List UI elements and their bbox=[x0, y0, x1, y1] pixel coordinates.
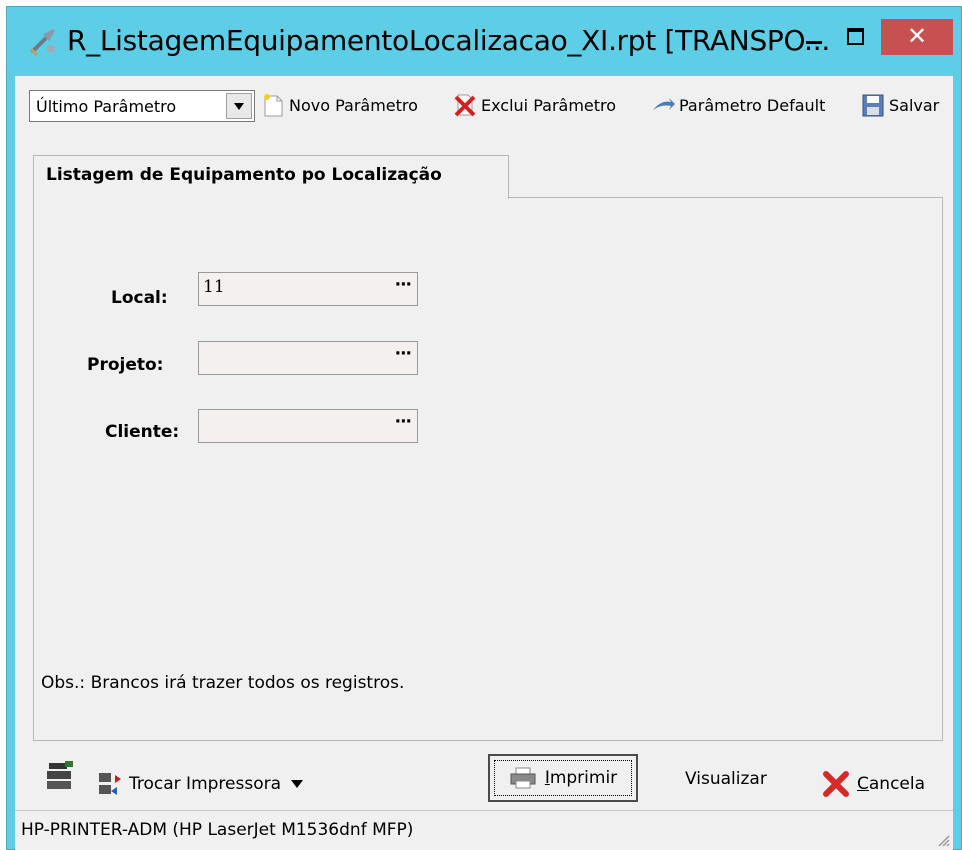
delete-x-icon bbox=[454, 94, 476, 117]
tab-listagem[interactable]: Listagem de Equipamento po Localização bbox=[33, 155, 509, 199]
red-x-icon bbox=[823, 771, 849, 797]
new-parameter-label: Novo Parâmetro bbox=[289, 95, 418, 115]
title-bar[interactable]: R_ListagemEquipamentoLocalizacao_XI.rpt … bbox=[7, 7, 961, 75]
projeto-label: Projeto: bbox=[87, 355, 164, 375]
cliente-label: Cliente: bbox=[105, 422, 180, 442]
arrow-icon bbox=[653, 98, 675, 110]
cliente-lookup-button[interactable]: ··· bbox=[395, 412, 412, 432]
floppy-disk-icon bbox=[862, 94, 884, 117]
resize-grip-icon[interactable] bbox=[935, 832, 951, 848]
print-button[interactable]: Imprimir bbox=[488, 754, 638, 802]
delete-parameter-button[interactable]: Exclui Parâmetro bbox=[453, 90, 616, 120]
projeto-field[interactable]: ··· bbox=[198, 341, 418, 375]
parameter-select-value: Último Parâmetro bbox=[36, 97, 177, 116]
default-parameter-button[interactable]: Parâmetro Default bbox=[651, 90, 825, 120]
cancel-label: Cancela bbox=[857, 774, 926, 794]
new-document-icon bbox=[264, 94, 283, 117]
tools-icon bbox=[29, 29, 55, 57]
cancel-button[interactable]: Cancela bbox=[821, 769, 925, 799]
printer-status: HP-PRINTER-ADM (HP LaserJet M1536dnf MFP… bbox=[21, 820, 414, 840]
print-label: Imprimir bbox=[544, 768, 618, 788]
cliente-field[interactable]: ··· bbox=[198, 409, 418, 443]
printer-icon bbox=[510, 767, 536, 789]
local-field[interactable]: 11 ··· bbox=[198, 272, 418, 306]
printer-settings-icon[interactable] bbox=[45, 759, 75, 795]
parameter-select[interactable]: Último Parâmetro bbox=[29, 90, 255, 122]
default-parameter-label: Parâmetro Default bbox=[679, 95, 826, 115]
local-label: Local: bbox=[111, 288, 168, 308]
new-parameter-button[interactable]: Novo Parâmetro bbox=[261, 90, 418, 120]
blank-fields-note: Obs.: Brancos irá trazer todos os regist… bbox=[41, 673, 405, 693]
projeto-lookup-button[interactable]: ··· bbox=[395, 344, 412, 364]
status-bar: HP-PRINTER-ADM (HP LaserJet M1536dnf MFP… bbox=[15, 810, 953, 850]
toolbar: Último Parâmetro Novo Parâmetro Exclui P… bbox=[15, 76, 953, 134]
maximize-button[interactable] bbox=[837, 19, 873, 55]
close-button[interactable]: ✕ bbox=[881, 19, 953, 55]
change-printer-button[interactable]: Trocar Impressora bbox=[95, 769, 304, 799]
app-window: R_ListagemEquipamentoLocalizacao_XI.rpt … bbox=[6, 6, 962, 850]
delete-parameter-label: Exclui Parâmetro bbox=[481, 95, 617, 115]
minimize-button[interactable] bbox=[799, 19, 829, 55]
chevron-down-icon[interactable] bbox=[226, 93, 252, 119]
save-button[interactable]: Salvar bbox=[861, 90, 939, 120]
window-title: R_ListagemEquipamentoLocalizacao_XI.rpt … bbox=[67, 24, 830, 57]
local-lookup-button[interactable]: ··· bbox=[395, 275, 412, 295]
save-label: Salvar bbox=[889, 95, 940, 115]
preview-button[interactable]: Visualizar bbox=[685, 769, 767, 789]
client-area: Último Parâmetro Novo Parâmetro Exclui P… bbox=[15, 76, 953, 850]
swap-printer-icon bbox=[99, 773, 121, 795]
tab-panel bbox=[33, 197, 943, 741]
change-printer-label: Trocar Impressora bbox=[129, 774, 282, 794]
local-value: 11 bbox=[203, 277, 225, 297]
chevron-down-icon[interactable] bbox=[291, 780, 304, 788]
